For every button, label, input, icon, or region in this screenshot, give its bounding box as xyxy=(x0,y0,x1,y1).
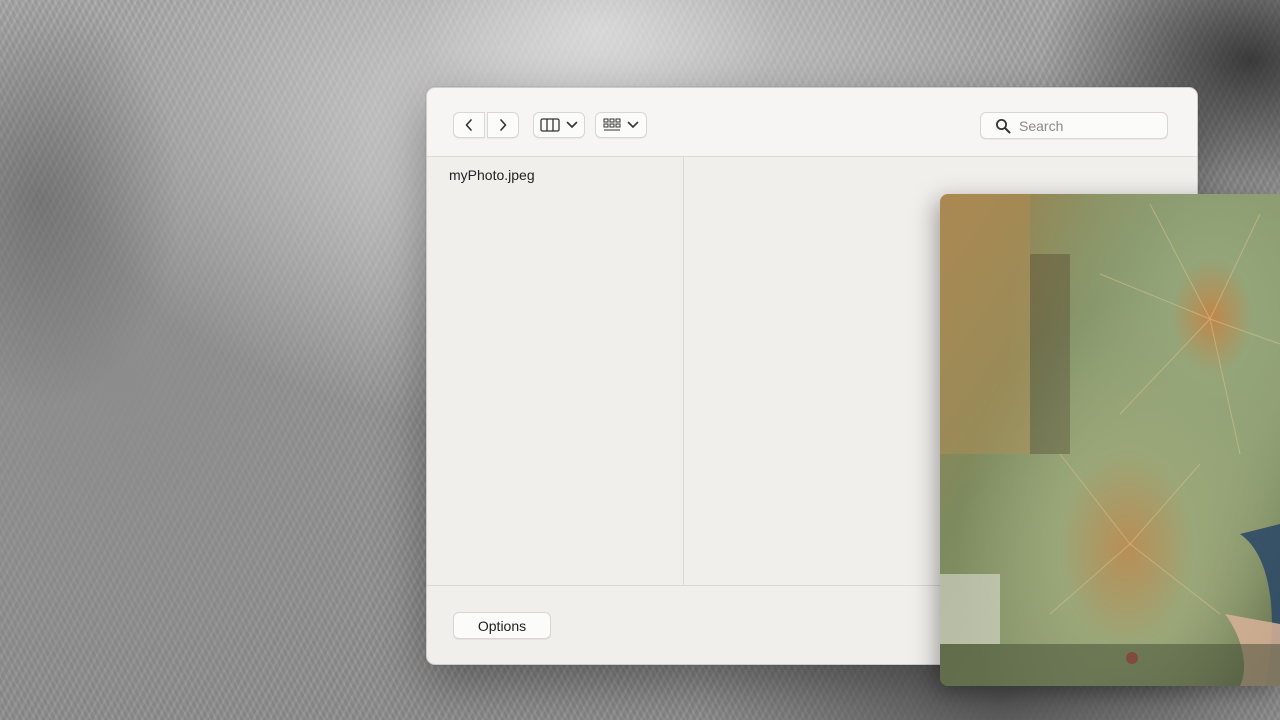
forward-button[interactable] xyxy=(487,112,519,138)
column-view-icon xyxy=(540,118,560,132)
magnifying-glass-icon xyxy=(996,118,1011,133)
chevron-right-icon xyxy=(500,119,507,131)
grid-view-icon xyxy=(603,118,621,131)
desktop-background: myPhoto.jpeg Options xyxy=(0,0,1280,720)
view-mode-button[interactable] xyxy=(533,112,585,138)
chevron-down-icon xyxy=(627,121,639,128)
search-field[interactable] xyxy=(980,112,1168,139)
dialog-toolbar xyxy=(427,88,1197,157)
back-button[interactable] xyxy=(453,112,485,138)
photo-preview xyxy=(940,194,1280,686)
search-input[interactable] xyxy=(1019,117,1159,134)
chevron-left-icon xyxy=(465,119,472,131)
group-mode-button[interactable] xyxy=(595,112,647,138)
chevron-down-icon xyxy=(566,121,578,128)
file-column: myPhoto.jpeg xyxy=(427,157,684,585)
pine-photo-image xyxy=(940,194,1280,686)
file-item[interactable]: myPhoto.jpeg xyxy=(449,167,535,183)
options-button[interactable]: Options xyxy=(453,612,551,639)
